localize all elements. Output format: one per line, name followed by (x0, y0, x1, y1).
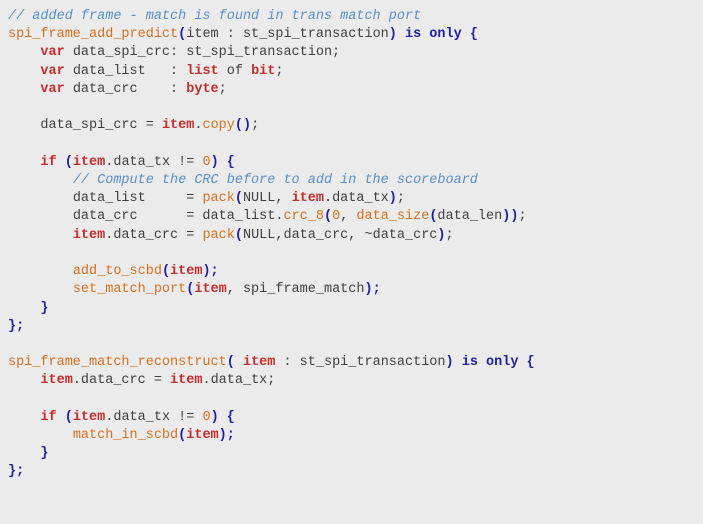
brace: { (227, 410, 235, 425)
number-literal: 0 (202, 410, 210, 425)
brace: { (227, 155, 235, 170)
bit-keyword: bit (251, 64, 275, 79)
code-block: // added frame - match is found in trans… (8, 8, 695, 482)
is-only: is only (397, 27, 470, 42)
if-keyword: if (40, 410, 56, 425)
pack-fn: pack (202, 191, 234, 206)
if-keyword: if (40, 155, 56, 170)
data-size-fn: data_size (356, 209, 429, 224)
condition: data_tx != (113, 410, 202, 425)
var-keyword: var (40, 45, 64, 60)
assign-lhs: data_list = (73, 191, 203, 206)
item-keyword: item (73, 410, 105, 425)
comment-line: // Compute the CRC before to add in the … (73, 173, 478, 188)
number-literal: 0 (332, 209, 340, 224)
fn-name: spi_frame_add_predict (8, 27, 178, 42)
item-keyword: item (186, 428, 218, 443)
item-keyword: item (162, 118, 194, 133)
item-keyword: item (40, 373, 72, 388)
condition: data_tx != (113, 155, 202, 170)
param: item : st_spi_transaction (186, 27, 389, 42)
copy-method: copy (202, 118, 234, 133)
item-keyword: item (292, 191, 324, 206)
assign-lhs: data_spi_crc = (40, 118, 162, 133)
item-keyword: item (170, 373, 202, 388)
list-keyword: list (186, 64, 218, 79)
brace: { (470, 27, 478, 42)
var-name: data_list : (65, 64, 187, 79)
pack-fn: pack (202, 228, 234, 243)
comment-line: // added frame - match is found in trans… (8, 9, 421, 24)
fn-name: spi_frame_match_reconstruct (8, 355, 227, 370)
brace: } (40, 446, 48, 461)
number-literal: 0 (202, 155, 210, 170)
add-to-scbd-fn: add_to_scbd (73, 264, 162, 279)
is-only: is only (454, 355, 527, 370)
var-keyword: var (40, 64, 64, 79)
item-keyword: item (170, 264, 202, 279)
var-keyword: var (40, 82, 64, 97)
var-decl: data_spi_crc: st_spi_transaction; (65, 45, 340, 60)
brace-end: }; (8, 464, 24, 479)
assign-lhs: data_crc = data_list. (73, 209, 284, 224)
brace: { (527, 355, 535, 370)
byte-keyword: byte (186, 82, 218, 97)
item-keyword: item (243, 355, 275, 370)
item-keyword: item (194, 282, 226, 297)
match-in-scbd-fn: match_in_scbd (73, 428, 178, 443)
brace-end: }; (8, 319, 24, 334)
var-name: data_crc : (65, 82, 187, 97)
crc8-fn: crc_8 (283, 209, 324, 224)
set-match-port-fn: set_match_port (73, 282, 186, 297)
item-keyword: item (73, 228, 105, 243)
paren-close: ) (389, 27, 397, 42)
item-keyword: item (73, 155, 105, 170)
brace: } (40, 301, 48, 316)
